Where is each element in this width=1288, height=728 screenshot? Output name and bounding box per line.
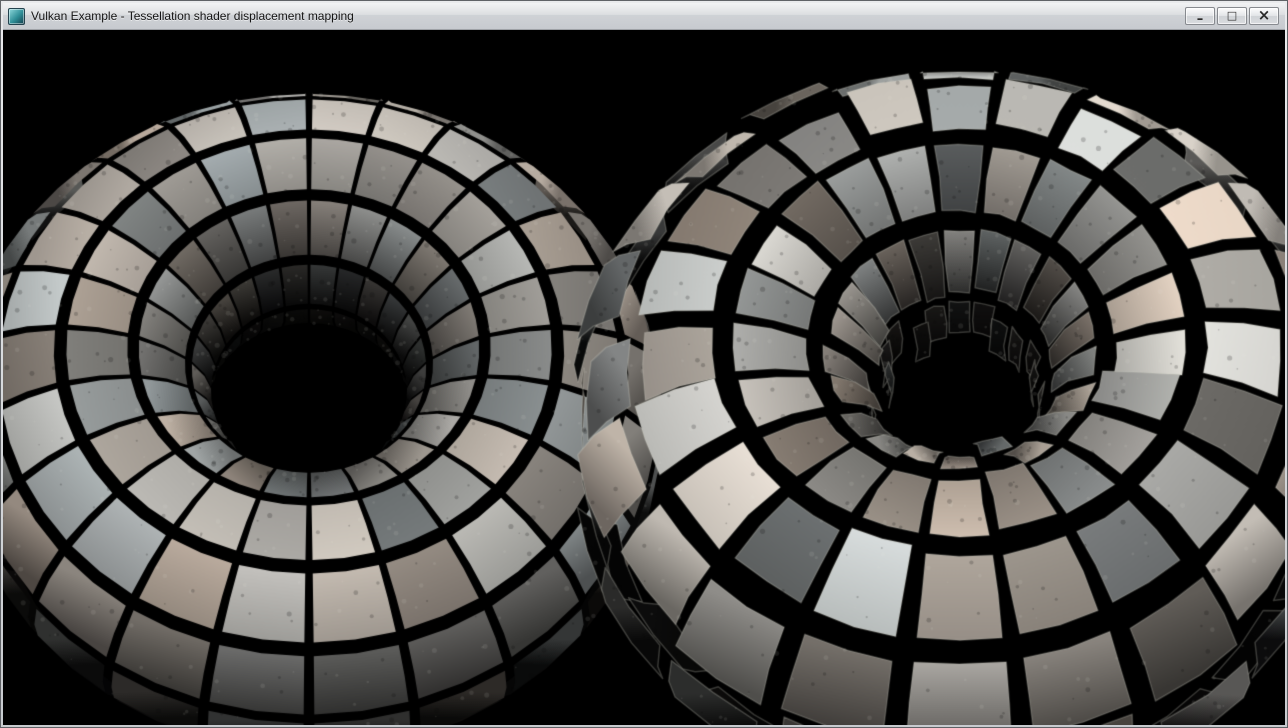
minimize-icon: – [1197,13,1204,26]
maximize-button[interactable]: □ [1217,7,1247,25]
close-button[interactable]: × [1249,7,1279,25]
title-bar[interactable]: Vulkan Example - Tessellation shader dis… [3,3,1285,30]
maximize-icon: □ [1227,10,1237,21]
minimize-button[interactable]: – [1185,7,1215,25]
render-viewport[interactable] [3,30,1285,725]
window-title: Vulkan Example - Tessellation shader dis… [31,9,354,23]
vulkan-app-icon [8,8,25,25]
close-icon: × [1258,8,1271,23]
window-controls: – □ × [1185,7,1279,25]
app-window: Vulkan Example - Tessellation shader dis… [0,0,1288,728]
vulkan-render-canvas[interactable] [3,30,1285,725]
